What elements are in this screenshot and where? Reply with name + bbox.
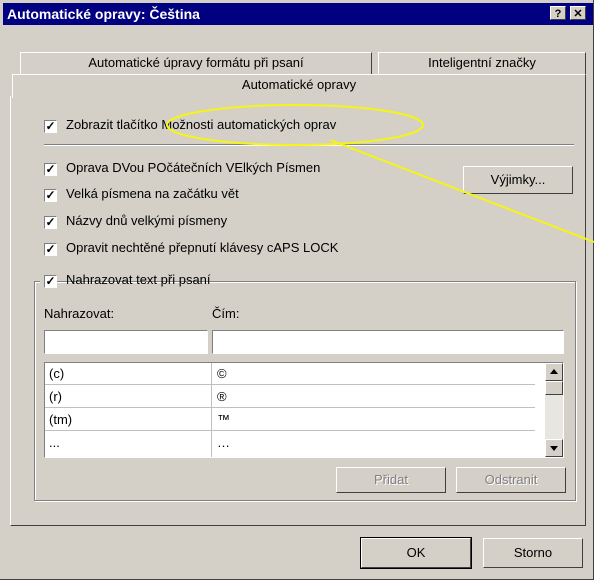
autocorrect-dialog: Automatické opravy: Čeština ? ✕ Automati…	[0, 0, 594, 580]
callout-annotation	[166, 104, 594, 243]
